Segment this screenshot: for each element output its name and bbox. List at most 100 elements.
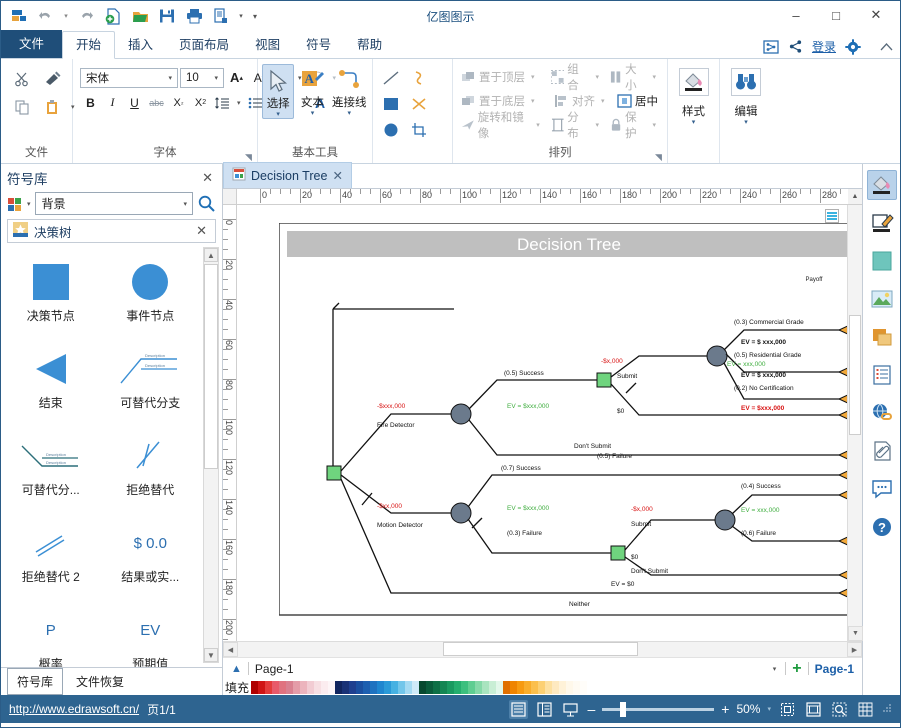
add-page-button[interactable]: + xyxy=(792,660,801,676)
canvas-vscroll-thumb[interactable] xyxy=(849,315,861,435)
minimize-button[interactable]: – xyxy=(776,3,816,27)
palette-swatch[interactable] xyxy=(412,680,420,694)
edit-caret-icon[interactable]: ▾ xyxy=(744,119,748,127)
distribute-button[interactable]: 分布 ▾ xyxy=(547,112,606,140)
rectangle-shape-icon[interactable] xyxy=(377,91,405,117)
palette-swatch[interactable] xyxy=(391,680,399,694)
library-category-close-icon[interactable]: ✕ xyxy=(193,223,210,239)
font-size-combo[interactable]: 10 ▾ xyxy=(180,67,224,88)
palette-swatch[interactable] xyxy=(356,680,364,694)
fit-selection-icon[interactable] xyxy=(778,700,797,719)
library-shape-decision-node[interactable]: 决策节点 xyxy=(1,249,101,336)
close-cross-shape-icon[interactable] xyxy=(405,91,433,117)
palette-swatch[interactable] xyxy=(440,680,448,694)
pencil-edit-icon[interactable] xyxy=(867,208,897,238)
decision-tree-diagram[interactable]: Decision Tree Payoff -$xxx,000 Fire Dete… xyxy=(279,223,847,633)
maximize-button[interactable]: □ xyxy=(816,3,856,27)
palette-swatch[interactable] xyxy=(426,680,434,694)
group-button[interactable]: 组合 ▾ xyxy=(547,64,606,92)
size-button[interactable]: 大小 ▾ xyxy=(606,64,663,92)
edraw-website-link[interactable]: http://www.edrawsoft.cn/ xyxy=(9,702,139,716)
library-source-icon[interactable]: ▾ xyxy=(7,196,31,212)
drawing-sheet[interactable]: Decision Tree Payoff -$xxx,000 Fire Dete… xyxy=(237,205,847,641)
customize-qat-icon[interactable]: ▾ xyxy=(249,4,261,28)
text-tool-caret-icon[interactable]: ▾ xyxy=(311,110,315,117)
fill-style-icon[interactable] xyxy=(866,170,897,200)
palette-swatch[interactable] xyxy=(314,680,322,694)
palette-swatch[interactable] xyxy=(307,680,315,694)
ellipse-shape-icon[interactable] xyxy=(377,117,405,143)
library-search-input[interactable]: 背景 ▾ xyxy=(34,192,193,215)
scroll-left-icon[interactable]: ◀ xyxy=(223,642,238,657)
palette-swatch[interactable] xyxy=(566,680,574,694)
view-normal-icon[interactable] xyxy=(509,699,529,719)
zoom-out-button[interactable]: – xyxy=(587,701,595,717)
palette-swatch[interactable] xyxy=(503,680,511,694)
palette-swatch[interactable] xyxy=(300,680,308,694)
image-insert-icon[interactable] xyxy=(867,284,897,314)
chevron-down-icon[interactable]: ▾ xyxy=(593,73,603,81)
export-icon[interactable] xyxy=(209,4,233,28)
line-spacing-button[interactable] xyxy=(212,92,233,113)
chevron-down-icon[interactable]: ▾ xyxy=(649,73,659,81)
strikethrough-button[interactable]: abc xyxy=(146,92,167,113)
palette-swatch[interactable] xyxy=(517,680,525,694)
select-tool-caret-icon[interactable]: ▾ xyxy=(276,111,280,118)
palette-swatch[interactable] xyxy=(349,680,357,694)
palette-swatch[interactable] xyxy=(545,680,553,694)
scroll-right-icon[interactable]: ▶ xyxy=(847,642,862,657)
chevron-down-icon[interactable]: ▾ xyxy=(533,121,543,129)
resize-grip-icon[interactable] xyxy=(882,702,892,716)
export-dropdown-icon[interactable]: ▾ xyxy=(236,4,246,28)
palette-swatch[interactable] xyxy=(377,680,385,694)
palette-swatch[interactable] xyxy=(482,680,490,694)
layers-icon[interactable] xyxy=(867,322,897,352)
edraw-logo-icon[interactable] xyxy=(7,4,31,28)
palette-swatch[interactable] xyxy=(524,680,532,694)
palette-swatch[interactable] xyxy=(559,680,567,694)
vertical-ruler[interactable]: 0 20 40 60 80 100 120 140 160 180 200 xyxy=(223,205,237,641)
style-caret-icon[interactable]: ▾ xyxy=(692,119,696,127)
new-file-icon[interactable] xyxy=(101,4,125,28)
library-scrollbar[interactable]: ▲ ▼ xyxy=(203,247,219,663)
palette-swatch[interactable] xyxy=(580,680,588,694)
close-button[interactable]: ✕ xyxy=(856,3,896,27)
palette-swatch[interactable] xyxy=(251,680,259,694)
library-shape-reject[interactable]: 拒绝替代 xyxy=(101,423,201,510)
subscript-button[interactable]: X₂ xyxy=(168,92,189,113)
library-shape-reject-2[interactable]: 拒绝替代 2 xyxy=(1,510,101,597)
palette-swatch[interactable] xyxy=(265,680,273,694)
palette-swatch[interactable] xyxy=(538,680,546,694)
chevron-down-icon[interactable]: ▾ xyxy=(180,200,190,208)
zoom-area-icon[interactable] xyxy=(830,700,849,719)
library-category-row[interactable]: 决策树 ✕ xyxy=(7,219,216,243)
library-shape-expected-value[interactable]: EV 预期值 xyxy=(101,597,201,668)
help-icon[interactable]: ? xyxy=(867,512,897,542)
chevron-down-icon[interactable]: ▾ xyxy=(593,121,603,129)
ribbon-collapse-icon[interactable] xyxy=(879,41,894,53)
tab-page-layout[interactable]: 页面布局 xyxy=(166,32,242,58)
scroll-down-icon[interactable]: ▼ xyxy=(204,648,218,662)
page-collapse-icon[interactable]: ▲ xyxy=(231,663,242,675)
share-folder-icon[interactable] xyxy=(763,39,779,55)
palette-swatch[interactable] xyxy=(468,680,476,694)
library-shape-event-node[interactable]: 事件节点 xyxy=(101,249,201,336)
connector-tool-button[interactable]: 连接线 ▾ xyxy=(331,64,368,117)
rotate-flip-button[interactable]: 旋转和镜像 ▾ xyxy=(457,112,547,140)
underline-button[interactable]: U xyxy=(124,92,145,113)
palette-swatch[interactable] xyxy=(433,680,441,694)
library-shape-outcome[interactable]: $ 0.0 结果或实... xyxy=(101,510,201,597)
attachment-icon[interactable] xyxy=(867,436,897,466)
line-spacing-caret-icon[interactable]: ▾ xyxy=(234,99,244,107)
palette-swatch[interactable] xyxy=(461,680,469,694)
palette-swatch[interactable] xyxy=(496,680,504,694)
zoom-slider-thumb[interactable] xyxy=(620,701,627,717)
document-tab-decision-tree[interactable]: Decision Tree ✕ xyxy=(223,162,352,188)
crop-shape-icon[interactable] xyxy=(405,117,433,143)
chevron-down-icon[interactable]: ▾ xyxy=(528,97,538,105)
zoom-slider[interactable] xyxy=(602,701,715,717)
edit-button[interactable]: 编辑 ▾ xyxy=(723,62,769,127)
library-tab-symbols[interactable]: 符号库 xyxy=(7,668,64,695)
page-name-value[interactable]: Page-1 xyxy=(255,662,294,676)
undo-icon[interactable] xyxy=(34,4,58,28)
